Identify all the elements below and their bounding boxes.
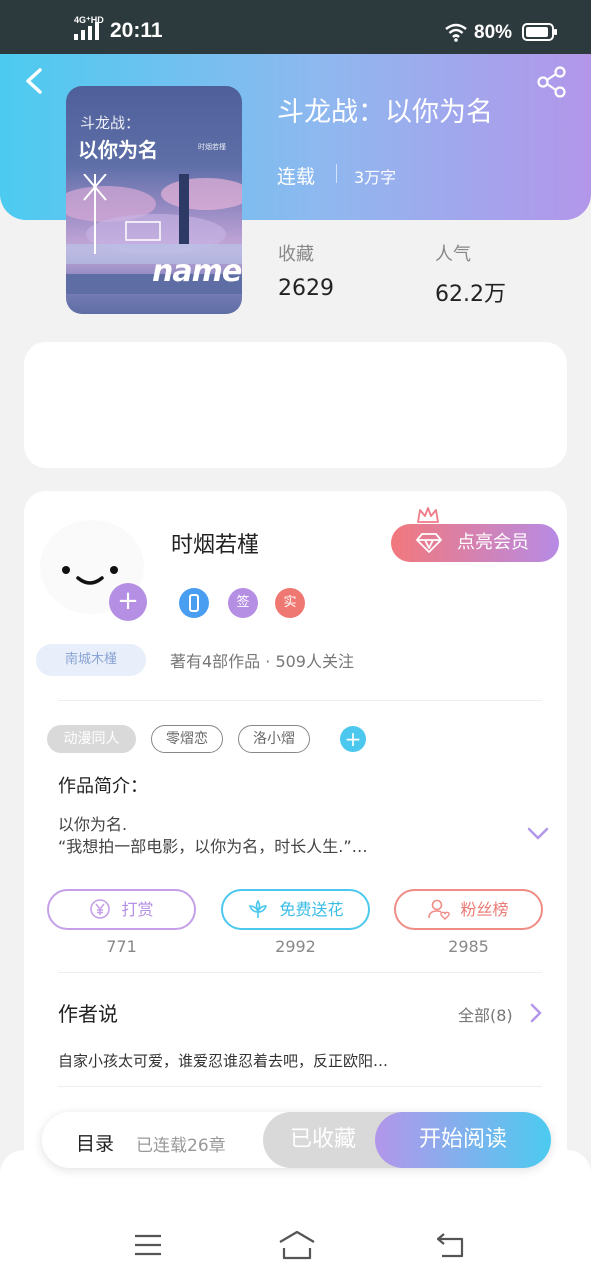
author-meta: 著有4部作品 · 509人关注 — [170, 652, 354, 671]
add-tag-button[interactable]: + — [340, 726, 366, 752]
back-icon[interactable] — [434, 1228, 468, 1262]
chevron-right-icon[interactable] — [530, 1003, 542, 1023]
tip-button[interactable]: 打赏 — [47, 889, 196, 930]
book-title: 斗龙战：以你为名 — [277, 97, 493, 128]
verified-badge-icon: 实 — [275, 588, 305, 618]
clock: 20:11 — [110, 19, 163, 42]
blank-card — [24, 342, 567, 468]
author-says-text[interactable]: 自家小孩太可爱，谁爱忍谁忍着去吧，反正欧阳… — [58, 1050, 388, 1071]
vip-label: 点亮会员 — [457, 532, 529, 553]
cover-title-line2: 以你为名 — [78, 138, 158, 162]
divider — [58, 972, 542, 973]
divider — [58, 700, 542, 701]
cover-title-line1: 斗龙战： — [80, 114, 141, 132]
flower-count: 2992 — [275, 937, 316, 956]
tip-count: 771 — [106, 937, 137, 956]
flower-icon — [249, 898, 268, 918]
divider — [336, 164, 337, 183]
fans-count: 2985 — [448, 937, 489, 956]
intro-title: 作品简介： — [58, 776, 148, 797]
status-bar: 4G⁺HD 20:11 80% — [0, 0, 591, 54]
view-all-link[interactable]: 全部(8) — [458, 1002, 513, 1026]
home-icon[interactable] — [278, 1228, 316, 1262]
cover-art-text: name — [152, 254, 242, 289]
tag-item[interactable]: 动漫同人 — [47, 725, 136, 753]
favorites-count: 2629 — [278, 276, 334, 301]
table-of-contents-button[interactable]: 目录 — [76, 1129, 114, 1156]
diamond-icon — [416, 533, 442, 553]
crown-icon — [417, 507, 439, 523]
fans-icon — [428, 899, 451, 920]
share-icon[interactable] — [536, 66, 568, 98]
intro-text: 以你为名. “我想拍一部电影，以你为名，时长人生.”… — [58, 815, 368, 856]
divider — [58, 1086, 542, 1087]
follow-plus-button[interactable]: + — [109, 583, 147, 621]
book-cover[interactable]: 斗龙战： 以你为名 时烟若槿 name — [66, 86, 242, 314]
signed-badge-icon: 签 — [228, 588, 258, 618]
send-flower-button[interactable]: 免费送花 — [221, 889, 370, 930]
wifi-icon — [445, 23, 467, 42]
menu-icon[interactable] — [131, 1228, 165, 1262]
battery-percent: 80% — [474, 22, 513, 43]
chevron-down-icon[interactable] — [527, 826, 549, 842]
popularity-count: 62.2万 — [435, 282, 506, 307]
tip-label: 打赏 — [121, 900, 154, 919]
word-count: 3万字 — [354, 168, 397, 187]
battery-icon — [522, 23, 557, 41]
cover-author: 时烟若槿 — [198, 143, 226, 151]
popularity-label: 人气 — [435, 244, 471, 265]
start-reading-button[interactable]: 开始阅读 — [375, 1112, 551, 1168]
author-name[interactable]: 时烟若槿 — [171, 527, 259, 559]
back-arrow-icon[interactable] — [20, 66, 48, 96]
fan-ranking-button[interactable]: 粉丝榜 — [394, 889, 543, 930]
author-says-title: 作者说 — [58, 1002, 118, 1026]
tag-item[interactable]: 洛小熠 — [238, 725, 310, 753]
fans-label: 粉丝榜 — [460, 900, 509, 919]
vip-button[interactable]: 点亮会员 — [391, 524, 559, 562]
flower-label: 免费送花 — [279, 900, 344, 919]
favorites-label: 收藏 — [278, 244, 314, 265]
chapter-count: 已连载26章 — [136, 1136, 226, 1156]
fan-club-tag[interactable]: 南城木槿 — [36, 644, 146, 676]
tag-item[interactable]: 零熠恋 — [151, 725, 223, 753]
phone-badge-icon — [179, 588, 209, 618]
yen-icon — [90, 898, 111, 919]
serial-status: 连载 — [277, 166, 316, 188]
signal-icon — [74, 22, 99, 40]
